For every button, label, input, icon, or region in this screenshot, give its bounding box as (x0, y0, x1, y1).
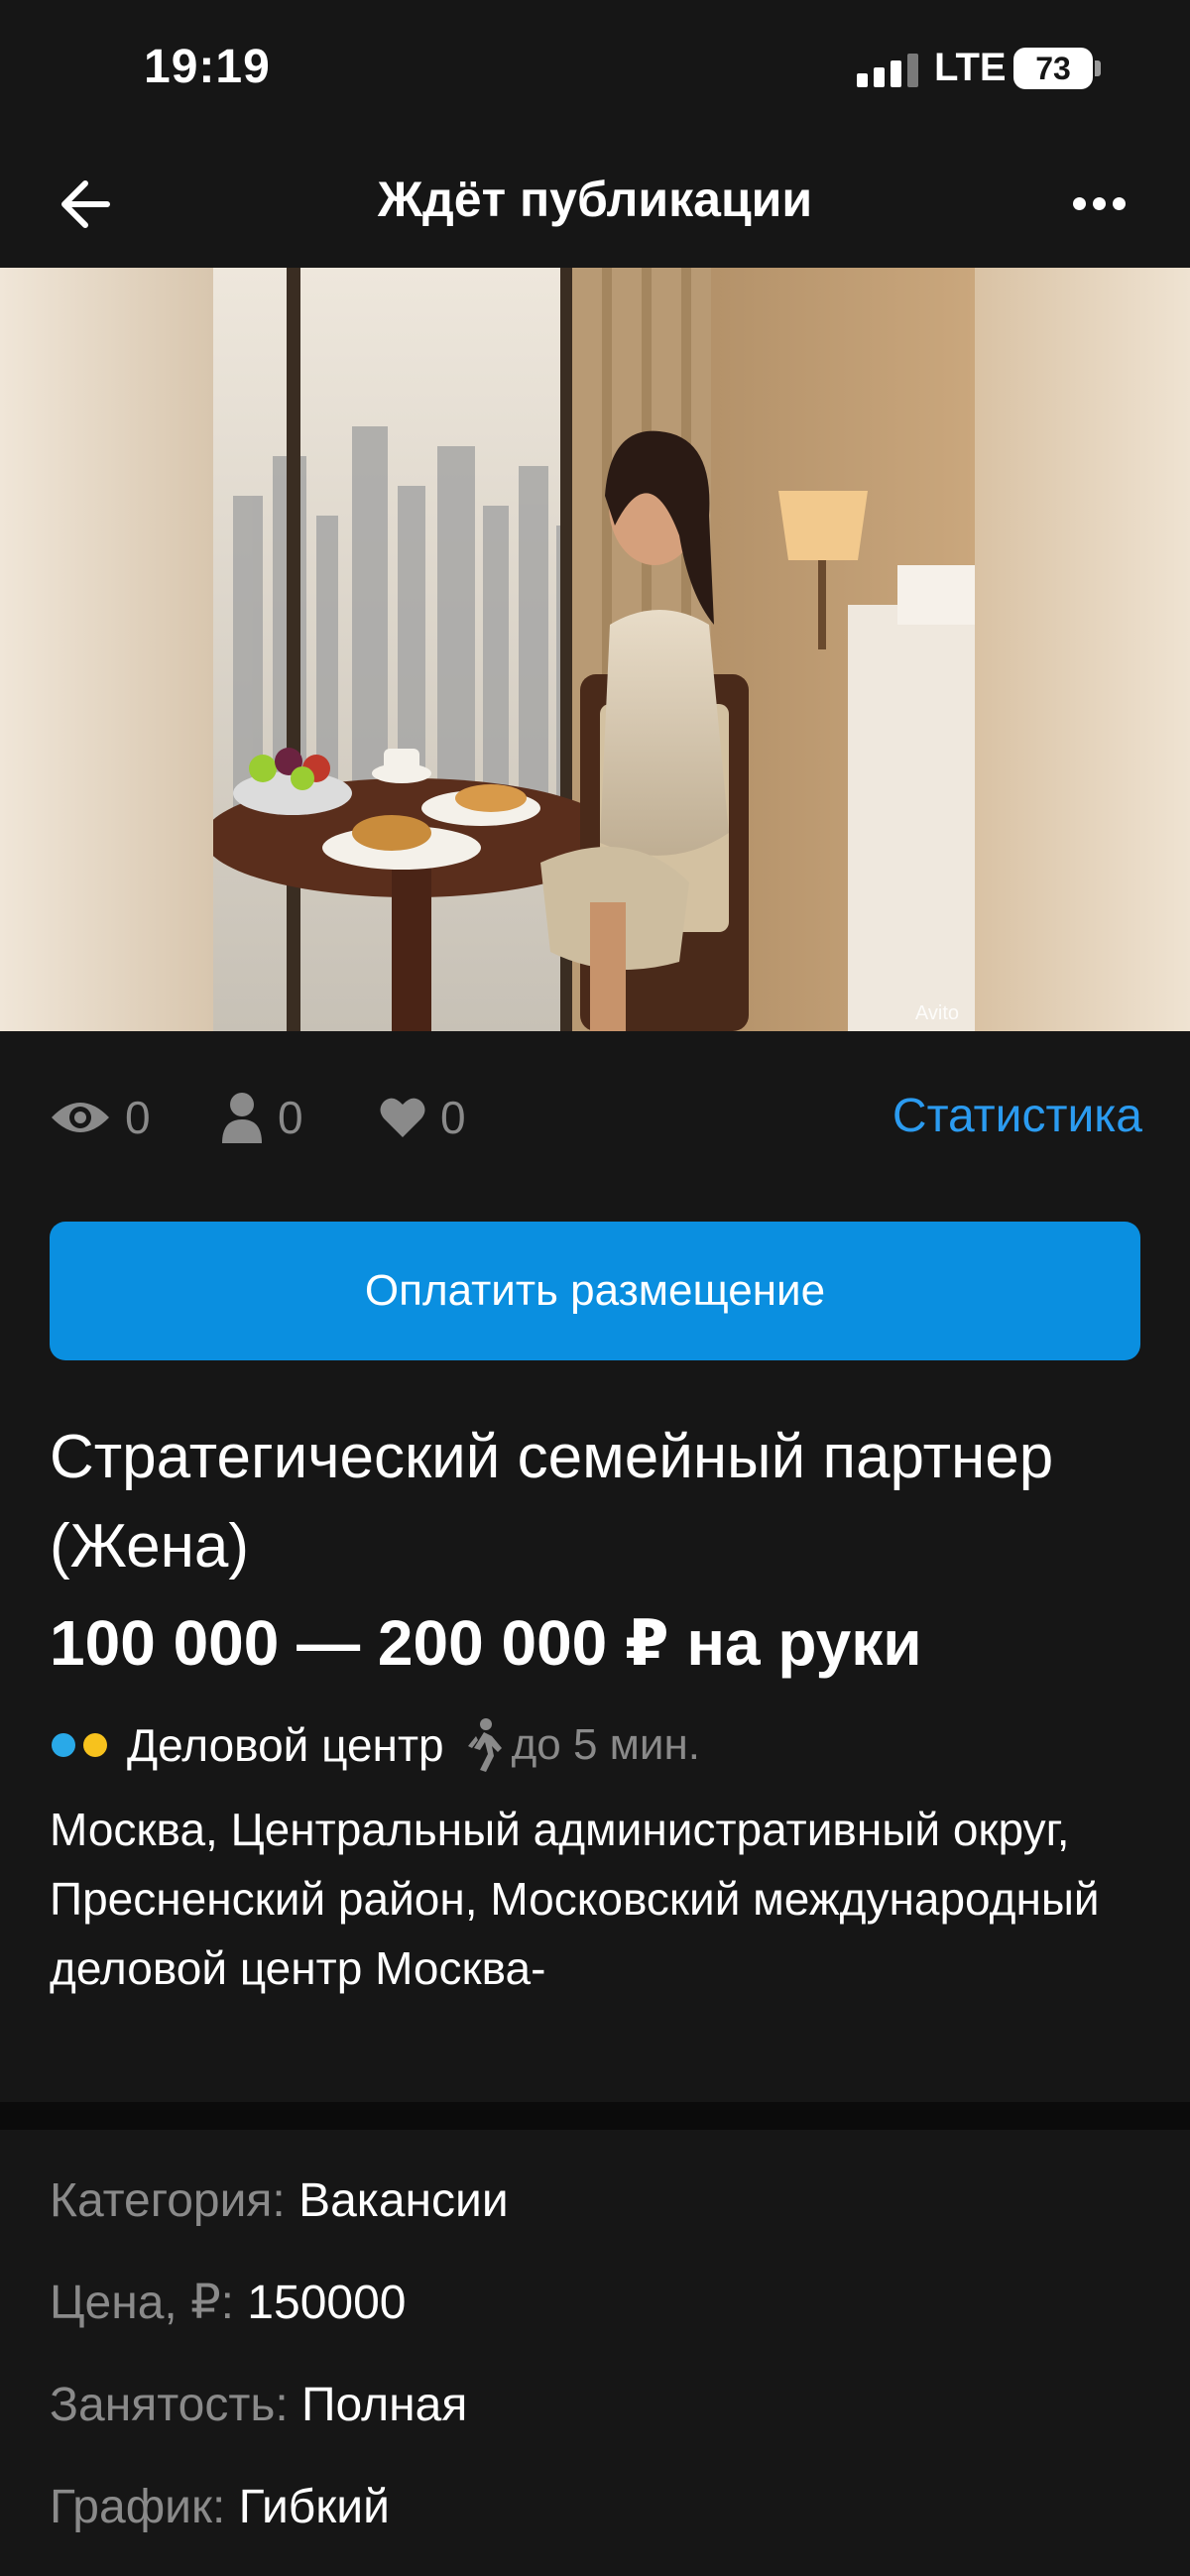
contacts-stat: 0 (220, 1083, 303, 1152)
person-icon (222, 1093, 262, 1143)
listing-photo[interactable]: Avito (0, 268, 1190, 1031)
listing-image: Avito (213, 268, 975, 1031)
more-dots-icon (1073, 197, 1086, 210)
top-app-bar: Ждёт публикации (0, 139, 1190, 268)
status-time: 19:19 (144, 41, 271, 93)
walking-person-icon (467, 1718, 502, 1772)
param-key: Занятость: (50, 2379, 289, 2431)
param-row-employment: Занятость: Полная (50, 2371, 1140, 2473)
statistics-link[interactable]: Статистика (892, 1089, 1142, 1143)
param-value: Полная (301, 2379, 468, 2431)
network-type: LTE (934, 46, 1007, 89)
listing-stats: 0 0 0 Статистика (50, 1083, 1142, 1152)
param-value: Вакансии (298, 2174, 509, 2227)
heart-icon (380, 1098, 425, 1137)
param-key: Цена, ₽: (50, 2277, 234, 2329)
listing-address[interactable]: Москва, Центральный административный окр… (50, 1795, 1150, 2003)
param-key: График: (50, 2481, 226, 2533)
battery-tip (1095, 60, 1101, 76)
param-row-schedule: График: Гибкий (50, 2473, 1140, 2575)
listing-params: Категория: Вакансии Цена, ₽: 150000 Заня… (50, 2166, 1140, 2575)
favorites-stat: 0 (379, 1083, 466, 1152)
metro-line-dot-yellow (83, 1733, 107, 1757)
photo-blur-left (0, 268, 213, 1031)
metro-line-dot-blue (52, 1733, 75, 1757)
status-bar: 19:19 LTE 73 (0, 0, 1190, 139)
favorites-count: 0 (440, 1092, 466, 1143)
metro-station-name: Деловой центр (127, 1719, 444, 1771)
param-value: 150000 (247, 2277, 407, 2329)
param-value: Гибкий (238, 2481, 390, 2533)
metro-station: Деловой центр до 5 мин. (52, 1715, 700, 1775)
pay-placement-button[interactable]: Оплатить размещение (50, 1222, 1140, 1360)
listing-title: Стратегический семейный партнер (Жена) (50, 1423, 1054, 1581)
signal-icon (857, 52, 920, 87)
contacts-count: 0 (278, 1092, 303, 1143)
param-row-category: Категория: Вакансии (50, 2166, 1140, 2269)
views-count: 0 (125, 1092, 151, 1143)
section-divider (0, 2102, 1190, 2130)
param-key: Категория: (50, 2174, 286, 2227)
page-title: Ждёт публикации (377, 172, 813, 227)
listing-price: 100 000 — 200 000 ₽ на руки (50, 1607, 922, 1679)
battery-icon: 73 (1013, 48, 1093, 89)
eye-icon (52, 1103, 109, 1132)
walk-time: до 5 мин. (511, 1720, 701, 1769)
more-button[interactable] (1059, 178, 1138, 228)
views-stat: 0 (50, 1083, 151, 1152)
photo-watermark: Avito (915, 1002, 959, 1024)
photo-blur-right (975, 268, 1190, 1031)
param-row-price: Цена, ₽: 150000 (50, 2269, 1140, 2371)
